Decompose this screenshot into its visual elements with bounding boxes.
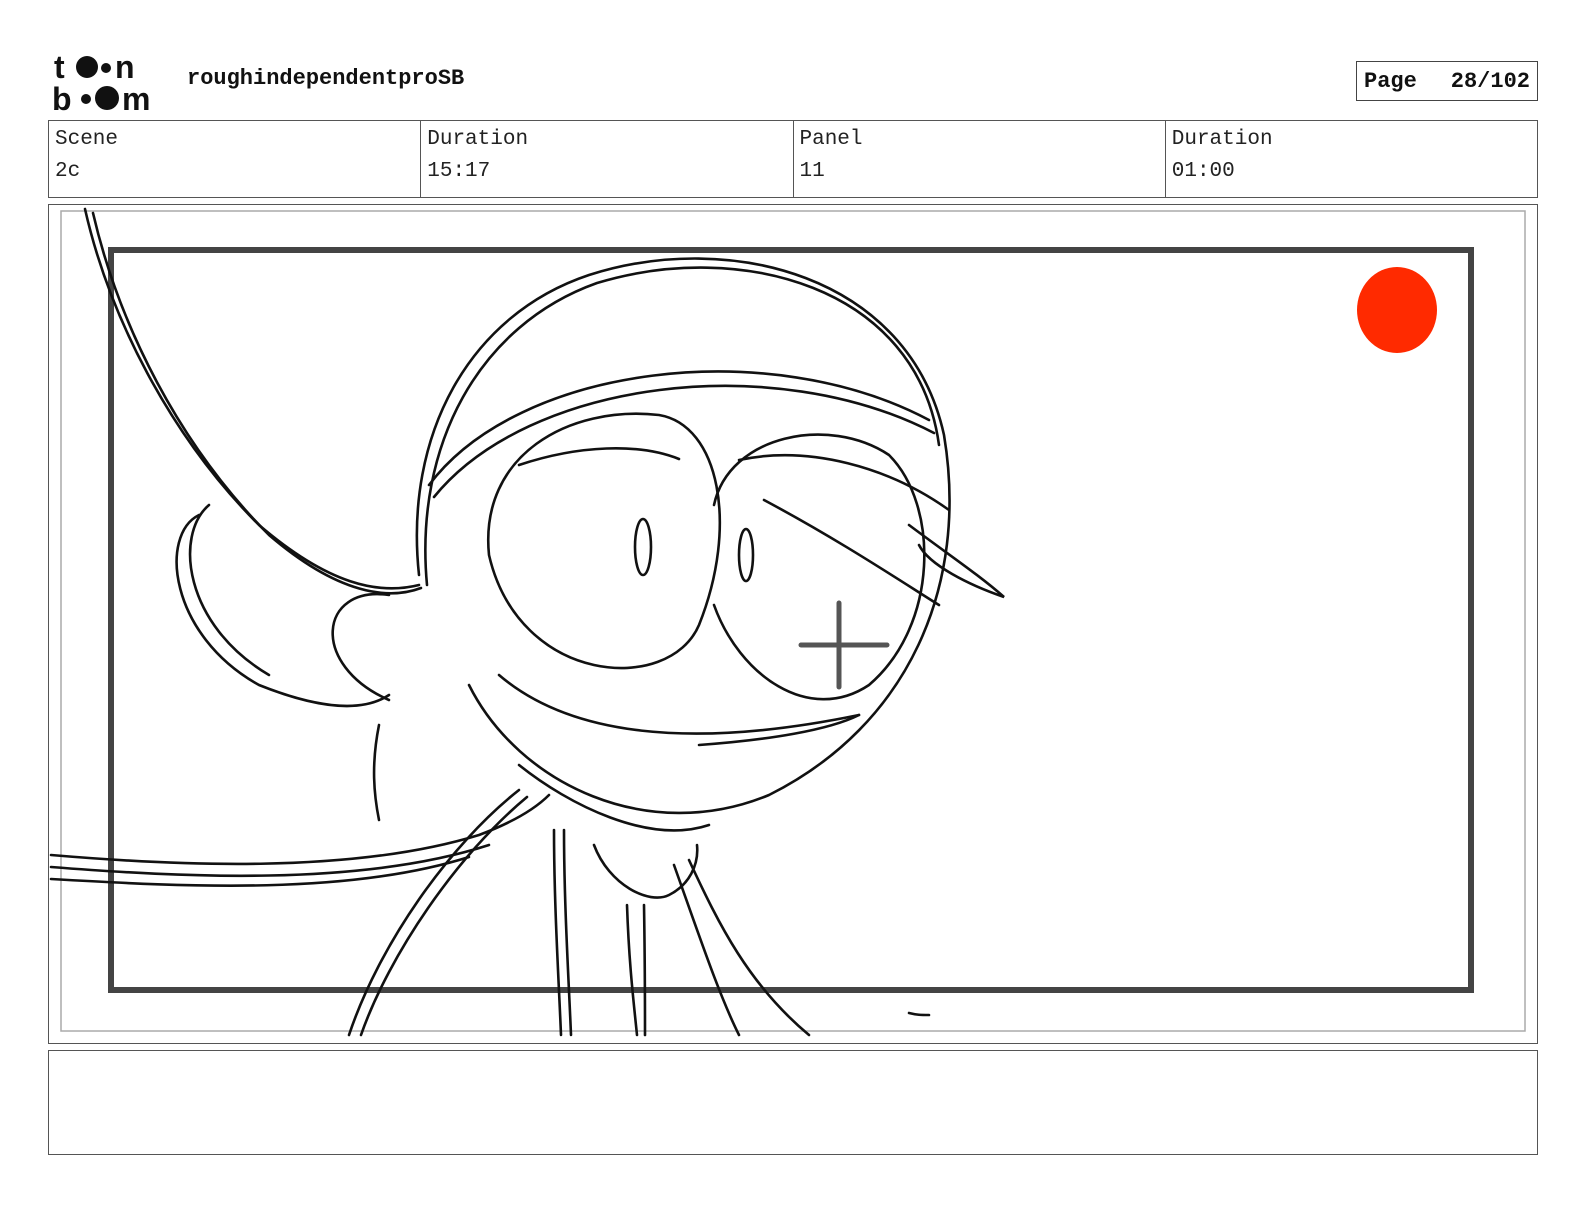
- info-table: Scene 2c Duration 15:17 Panel 11 Duratio…: [48, 120, 1538, 198]
- scene-cell: Scene 2c: [49, 121, 422, 197]
- crosshair-icon: [798, 600, 890, 690]
- svg-text:t: t: [54, 50, 65, 85]
- scene-value: 2c: [55, 160, 81, 183]
- svg-text:n: n: [115, 50, 135, 85]
- page-indicator: Page 28/102: [1356, 61, 1538, 101]
- svg-text:m: m: [122, 81, 150, 114]
- panel-image-frame: [48, 204, 1538, 1044]
- toonboom-logo: t n b m: [52, 50, 150, 114]
- page-label: Page: [1364, 68, 1417, 94]
- record-dot-icon: [1357, 267, 1437, 353]
- scene-duration-cell: Duration 15:17: [421, 121, 794, 197]
- camera-frame: [108, 247, 1474, 993]
- notes-box: [48, 1050, 1538, 1155]
- scene-duration-value: 15:17: [427, 160, 491, 183]
- scene-duration-label: Duration: [427, 128, 529, 151]
- panel-sketch: [49, 207, 1526, 1037]
- panel-label: Panel: [799, 128, 863, 151]
- panel-duration-label: Duration: [1171, 128, 1273, 151]
- character-sketch: [49, 207, 1005, 1037]
- panel-value: 11: [799, 160, 825, 183]
- panel-duration-cell: Duration 01:00: [1166, 121, 1537, 197]
- safe-area-border: [60, 210, 1526, 1032]
- scene-label: Scene: [55, 128, 119, 151]
- page-number: 28/102: [1450, 68, 1530, 94]
- svg-text:b: b: [52, 81, 72, 114]
- project-title: roughindependentproSB: [187, 66, 465, 91]
- panel-duration-value: 01:00: [1171, 160, 1235, 183]
- panel-cell: Panel 11: [794, 121, 1166, 197]
